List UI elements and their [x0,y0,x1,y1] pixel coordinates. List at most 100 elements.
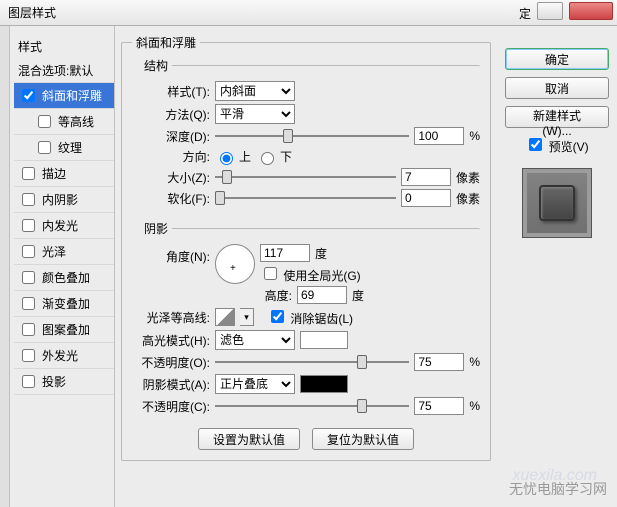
depth-slider[interactable] [215,128,409,144]
highlight-color[interactable] [300,331,348,349]
style-item-label: 内发光 [42,217,78,234]
unit-px: 像素 [456,169,480,186]
style-item-checkbox[interactable] [22,349,35,362]
direction-down-radio[interactable]: 下 [256,148,292,165]
new-style-button[interactable]: 新建样式(W)... [505,106,609,128]
style-list-header: 样式 [14,36,114,59]
style-item-2[interactable]: 等高线 [14,109,114,135]
unit-px: 像素 [456,190,480,207]
style-select[interactable]: 内斜面 [215,81,295,101]
direction-up-radio[interactable]: 上 [215,148,251,165]
depth-label: 深度(D): [140,128,210,145]
style-item-label: 描边 [42,165,66,182]
style-item-label: 投影 [42,373,66,390]
size-slider[interactable] [215,169,396,185]
shading-group: 阴影 角度(N): + 度 使用全局光(G) 高度: [140,220,480,422]
style-item-label: 内阴影 [42,191,78,208]
unit-percent: % [469,129,480,143]
unit-percent: % [469,355,480,369]
style-item-3[interactable]: 纹理 [14,135,114,161]
style-item-checkbox[interactable] [22,219,35,232]
highlight-mode-select[interactable]: 滤色 [215,330,295,350]
size-label: 大小(Z): [140,169,210,186]
style-item-10[interactable]: 图案叠加 [14,317,114,343]
style-item-checkbox[interactable] [22,323,35,336]
style-item-checkbox[interactable] [22,167,35,180]
window-title: 图层样式 [8,4,56,21]
angle-label: 角度(N): [140,244,210,265]
style-item-6[interactable]: 内发光 [14,213,114,239]
style-item-label: 混合选项:默认 [18,62,93,79]
global-light-checkbox[interactable]: 使用全局光(G) [260,264,361,284]
style-item-4[interactable]: 描边 [14,161,114,187]
style-item-checkbox[interactable] [22,89,35,102]
style-item-checkbox[interactable] [22,271,35,284]
style-item-9[interactable]: 渐变叠加 [14,291,114,317]
antialias-checkbox[interactable]: 消除锯齿(L) [267,307,353,327]
method-select[interactable]: 平滑 [215,104,295,124]
angle-input[interactable] [260,244,310,262]
shadow-opacity-slider[interactable] [215,398,409,414]
gloss-contour-dropdown[interactable]: ▾ [240,308,254,326]
gloss-contour-swatch[interactable] [215,308,235,326]
highlight-opacity-input[interactable] [414,353,464,371]
unit-deg: 度 [315,245,327,262]
shadow-color[interactable] [300,375,348,393]
make-default-button[interactable]: 设置为默认值 [198,428,300,450]
shadow-opacity-input[interactable] [414,397,464,415]
style-item-checkbox[interactable] [22,297,35,310]
cancel-button[interactable]: 取消 [505,77,609,99]
style-item-label: 光泽 [42,243,66,260]
style-item-label: 图案叠加 [42,321,90,338]
preview-checkbox[interactable]: 预览(V) [525,135,588,155]
style-item-checkbox[interactable] [22,375,35,388]
style-item-label: 等高线 [58,113,94,130]
style-item-5[interactable]: 内阴影 [14,187,114,213]
style-item-11[interactable]: 外发光 [14,343,114,369]
highlight-opacity-slider[interactable] [215,354,409,370]
reset-default-button[interactable]: 复位为默认值 [312,428,414,450]
altitude-input[interactable] [297,286,347,304]
soften-input[interactable] [401,189,451,207]
highlight-mode-label: 高光模式(H): [140,332,210,349]
style-item-12[interactable]: 投影 [14,369,114,395]
soften-slider[interactable] [215,190,396,206]
style-item-checkbox[interactable] [22,245,35,258]
style-item-checkbox[interactable] [38,141,51,154]
window-close-button[interactable] [569,2,613,20]
unit-deg: 度 [352,287,364,304]
highlight-opacity-label: 不透明度(O): [140,354,210,371]
style-item-1[interactable]: 斜面和浮雕 [14,83,114,109]
style-item-0[interactable]: 混合选项:默认 [14,59,114,83]
unit-percent: % [469,399,480,413]
gutter [0,26,10,507]
right-column: 确定 取消 新建样式(W)... 预览(V) [497,26,617,507]
altitude-label: 高度: [260,287,292,304]
method-label: 方法(Q): [140,106,210,123]
style-item-label: 渐变叠加 [42,295,90,312]
bevel-panel: 斜面和浮雕 结构 样式(T): 内斜面 方法(Q): 平滑 深度(D): % [121,34,491,461]
direction-label: 方向: [140,148,210,165]
shadow-mode-label: 阴影模式(A): [140,376,210,393]
style-item-checkbox[interactable] [22,193,35,206]
settings-panel: 斜面和浮雕 结构 样式(T): 内斜面 方法(Q): 平滑 深度(D): % [115,26,497,507]
panel-title: 斜面和浮雕 [132,34,200,51]
size-input[interactable] [401,168,451,186]
style-label: 样式(T): [140,83,210,100]
window-button[interactable] [537,2,563,20]
preview-swatch [522,168,592,238]
style-item-checkbox[interactable] [38,115,51,128]
angle-dial[interactable]: + [215,244,255,284]
style-item-8[interactable]: 颜色叠加 [14,265,114,291]
structure-group: 结构 样式(T): 内斜面 方法(Q): 平滑 深度(D): % 方向: [140,57,480,214]
soften-label: 软化(F): [140,190,210,207]
shadow-opacity-label: 不透明度(C): [140,398,210,415]
shadow-mode-select[interactable]: 正片叠底 [215,374,295,394]
ok-button[interactable]: 确定 [505,48,609,70]
style-item-label: 颜色叠加 [42,269,90,286]
shading-legend: 阴影 [140,220,172,237]
style-item-label: 斜面和浮雕 [42,87,102,104]
style-item-7[interactable]: 光泽 [14,239,114,265]
depth-input[interactable] [414,127,464,145]
gloss-contour-label: 光泽等高线: [140,309,210,326]
